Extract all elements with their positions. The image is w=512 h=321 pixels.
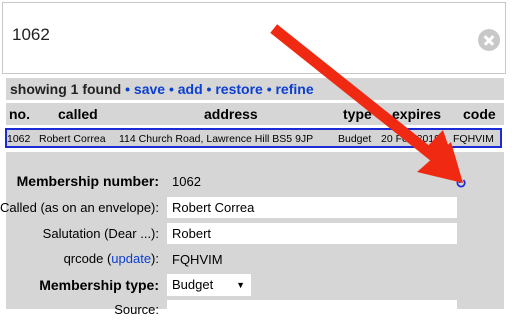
annotation-arrow-icon <box>270 24 463 183</box>
